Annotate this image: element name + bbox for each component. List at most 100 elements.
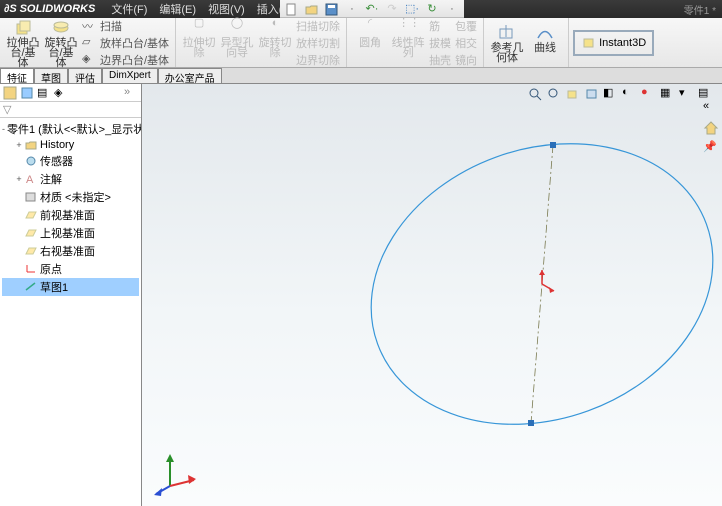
tab-features[interactable]: 特征 (0, 68, 34, 83)
save-icon[interactable] (324, 2, 340, 16)
tree-tab3-icon[interactable]: ▤ (37, 86, 51, 100)
tree-search[interactable]: ▽ (0, 102, 141, 118)
loft-icon: ▱ (82, 35, 98, 51)
curves-icon (535, 23, 555, 43)
refgeom-icon (497, 23, 517, 43)
hole-wizard-button: ◯异型孔 向导 (218, 18, 256, 68)
title-bar: ∂S SOLIDWORKS 文件(F) 编辑(E) 视图(V) 插入(I) 工具… (0, 0, 722, 18)
cut-revolve-icon: ◐ (265, 18, 285, 38)
expand-icon[interactable]: + (14, 174, 24, 184)
cut-revolve-button: ◐旋转切 除 (256, 18, 294, 68)
select-icon[interactable]: ⬚· (404, 2, 420, 16)
loft-cut-button: 放样切割 (296, 35, 340, 51)
sketch-ellipse[interactable] (331, 97, 722, 470)
revolve-icon (51, 18, 71, 38)
loft-button[interactable]: ▱放样凸台/基体 (82, 35, 169, 51)
instant3d-button[interactable]: Instant3D (573, 30, 654, 56)
menu-view[interactable]: 视图(V) (202, 0, 251, 18)
tree-tab1-icon[interactable] (3, 86, 17, 100)
rib-button: 筋 (429, 18, 451, 34)
plane-icon (24, 209, 38, 221)
tree-annotations[interactable]: +A注解 (2, 170, 139, 188)
pattern-icon: ⋮⋮ (398, 18, 418, 38)
tree-tab2-icon[interactable] (20, 86, 34, 100)
material-icon (24, 191, 38, 203)
open-icon[interactable] (304, 2, 320, 16)
hole-icon: ◯ (227, 18, 247, 38)
feature-tree-panel: ▤ ◈ » ▽ -零件1 (默认<<默认>_显示状 +History 传感器 +… (0, 84, 142, 506)
intersect-button: 相交 (455, 35, 477, 51)
command-tabs: 特征 草图 评估 DimXpert 办公室产品 (0, 68, 722, 84)
svg-text:A: A (26, 174, 34, 185)
history-icon (24, 139, 38, 151)
cut-extrude-button: ▢拉伸切 除 (180, 18, 218, 68)
new-icon[interactable] (284, 2, 300, 16)
fillet-icon: ◜ (360, 18, 380, 38)
main-content: ▤ ◈ » ▽ -零件1 (默认<<默认>_显示状 +History 传感器 +… (0, 84, 722, 506)
draft-button: 拔模 (429, 35, 451, 51)
quick-access-toolbar: · ↶· ↷ ⬚· ↻ · (280, 0, 464, 18)
extrude-icon (13, 18, 33, 38)
tab-office[interactable]: 办公室产品 (158, 68, 222, 83)
rebuild-icon[interactable]: ↻ (424, 2, 440, 16)
viewport[interactable]: ◧ ◐ ● ▦ ▾ ▤ « 📌 (142, 84, 722, 506)
tab-evaluate[interactable]: 评估 (68, 68, 102, 83)
tab-dimxpert[interactable]: DimXpert (102, 68, 158, 83)
sketch-canvas (142, 84, 722, 504)
ribbon-group-cut: ▢拉伸切 除 ◯异型孔 向导 ◐旋转切 除 扫描切除 放样切割 边界切除 (176, 18, 347, 67)
plane-icon (24, 227, 38, 239)
ribbon-group-boss: 拉伸凸 台/基 体 旋转凸 台/基 体 〰扫描 ▱放样凸台/基体 ◈边界凸台/基… (0, 18, 176, 67)
fillet-button: ◜圆角 (351, 18, 389, 68)
collapse-icon[interactable]: - (2, 124, 5, 134)
tree-history[interactable]: +History (2, 138, 139, 152)
wrap-button: 包覆 (455, 18, 477, 34)
sweep-button[interactable]: 〰扫描 (82, 18, 169, 34)
ribbon: 拉伸凸 台/基 体 旋转凸 台/基 体 〰扫描 ▱放样凸台/基体 ◈边界凸台/基… (0, 18, 722, 68)
tree-root[interactable]: -零件1 (默认<<默认>_显示状 (2, 120, 139, 138)
sketch-icon (24, 281, 38, 293)
sweep-cut-button: 扫描切除 (296, 18, 340, 34)
sensor-icon (24, 155, 38, 167)
tab-sketch[interactable]: 草图 (34, 68, 68, 83)
instant3d-icon (581, 35, 597, 51)
sweep-icon: 〰 (82, 18, 98, 34)
linear-pattern-button: ⋮⋮线性阵 列 (389, 18, 427, 68)
annotations-icon: A (24, 173, 38, 185)
origin-icon (24, 263, 38, 275)
extrude-boss-button[interactable]: 拉伸凸 台/基 体 (4, 18, 42, 68)
ribbon-group-instant3d: Instant3D (569, 18, 658, 67)
ref-geom-button[interactable]: 参考几 何体 (488, 23, 526, 63)
endpoint-bottom[interactable] (528, 420, 534, 426)
ribbon-group-feature: ◜圆角 ⋮⋮线性阵 列 筋 拔模 抽壳 包覆 相交 镜向 (347, 18, 484, 67)
ribbon-group-ref: 参考几 何体 曲线 (484, 18, 569, 67)
doc-title: 零件1 * (684, 2, 716, 17)
tree-tab4-icon[interactable]: ◈ (54, 86, 68, 100)
plane-icon (24, 245, 38, 257)
tree-sensors[interactable]: 传感器 (2, 152, 139, 170)
cut-extrude-icon: ▢ (189, 18, 209, 38)
revolve-boss-button[interactable]: 旋转凸 台/基 体 (42, 18, 80, 68)
tree-origin[interactable]: 原点 (2, 260, 139, 278)
tree-material[interactable]: 材质 <未指定> (2, 188, 139, 206)
tree-top-plane[interactable]: 上视基准面 (2, 224, 139, 242)
tree-front-plane[interactable]: 前视基准面 (2, 206, 139, 224)
menu-file[interactable]: 文件(F) (105, 0, 153, 18)
undo-icon[interactable]: ↶· (364, 2, 380, 16)
options-icon[interactable]: · (444, 2, 460, 16)
tree-sketch1[interactable]: 草图1 (2, 278, 139, 296)
print-icon[interactable]: · (344, 2, 360, 16)
boundary-button[interactable]: ◈边界凸台/基体 (82, 52, 169, 68)
redo-icon[interactable]: ↷ (384, 2, 400, 16)
mirror-button: 镜向 (455, 52, 477, 68)
tree-right-plane[interactable]: 右视基准面 (2, 242, 139, 260)
feature-tree: -零件1 (默认<<默认>_显示状 +History 传感器 +A注解 材质 <… (0, 118, 141, 298)
tree-pin-icon[interactable]: » (124, 86, 138, 100)
app-logo: ∂S SOLIDWORKS (4, 3, 95, 15)
boundary-icon: ◈ (82, 52, 98, 68)
endpoint-top[interactable] (550, 142, 556, 148)
menu-edit[interactable]: 编辑(E) (153, 0, 202, 18)
tree-toolbar: ▤ ◈ » (0, 84, 141, 102)
curves-button[interactable]: 曲线 (526, 23, 564, 63)
coord-triad (152, 450, 198, 496)
expand-icon[interactable]: + (14, 140, 24, 150)
